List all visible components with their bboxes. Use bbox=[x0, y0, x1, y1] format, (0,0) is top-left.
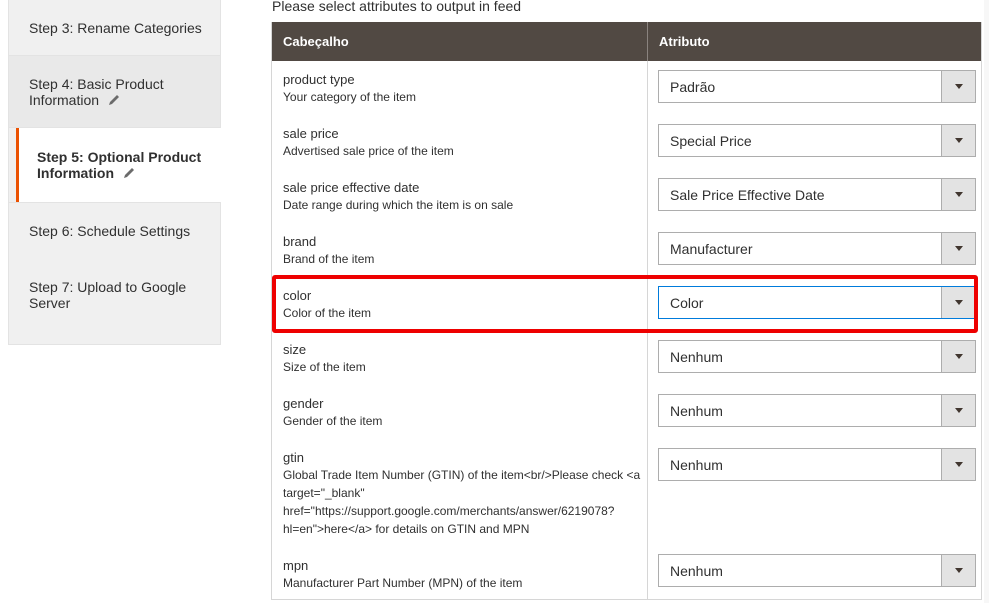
attribute-select[interactable]: Special Price bbox=[658, 124, 976, 157]
select-value: Padrão bbox=[670, 79, 716, 95]
wizard-steps-sidebar: Step 3: Rename Categories Step 4: Basic … bbox=[8, 0, 221, 345]
select-value: Special Price bbox=[670, 133, 752, 149]
chevron-down-icon[interactable] bbox=[941, 233, 975, 264]
step-label: Step 7: Upload to Google Server bbox=[29, 279, 187, 311]
header-divider bbox=[647, 22, 648, 61]
step-3-rename-categories[interactable]: Step 3: Rename Categories bbox=[9, 0, 220, 55]
step-label: Step 5: Optional Product Information bbox=[37, 149, 202, 181]
select-value: Sale Price Effective Date bbox=[670, 187, 825, 203]
step-7-upload-to-google-server[interactable]: Step 7: Upload to Google Server bbox=[9, 258, 220, 332]
attribute-description: Brand of the item bbox=[283, 252, 375, 266]
select-value: Nenhum bbox=[670, 349, 723, 365]
row-label: sale price effective date Date range dur… bbox=[283, 180, 641, 214]
step-5-optional-product-information[interactable]: Step 5: Optional Product Information bbox=[16, 128, 221, 202]
table-header: Cabeçalho Atributo bbox=[272, 22, 981, 61]
chevron-down-icon[interactable] bbox=[941, 449, 975, 480]
attribute-name: sale price bbox=[283, 126, 339, 141]
attribute-select[interactable]: Nenhum bbox=[658, 340, 976, 373]
step-label: Step 4: Basic Product Information bbox=[29, 75, 164, 108]
row-label: gtin Global Trade Item Number (GTIN) of … bbox=[283, 450, 641, 538]
row-label: brand Brand of the item bbox=[283, 234, 641, 268]
chevron-down-icon[interactable] bbox=[941, 341, 975, 372]
row-label: mpn Manufacturer Part Number (MPN) of th… bbox=[283, 558, 641, 592]
attribute-description: Gender of the item bbox=[283, 414, 383, 428]
step-6-schedule-settings[interactable]: Step 6: Schedule Settings bbox=[9, 202, 220, 258]
chevron-down-icon[interactable] bbox=[941, 125, 975, 156]
color-row-highlight bbox=[272, 275, 978, 333]
attribute-description: Global Trade Item Number (GTIN) of the i… bbox=[283, 468, 641, 536]
select-value: Nenhum bbox=[670, 563, 723, 579]
table-row: product type Your category of the item P… bbox=[272, 61, 981, 115]
attribute-description: Your category of the item bbox=[283, 90, 416, 104]
attribute-name: sale price effective date bbox=[283, 180, 420, 195]
header-cabecalho: Cabeçalho bbox=[283, 34, 349, 49]
attribute-description: Date range during which the item is on s… bbox=[283, 198, 514, 212]
chevron-down-icon[interactable] bbox=[941, 179, 975, 210]
select-value: Nenhum bbox=[670, 403, 723, 419]
table-row: mpn Manufacturer Part Number (MPN) of th… bbox=[272, 547, 981, 600]
attribute-name: gtin bbox=[283, 450, 304, 465]
row-label: product type Your category of the item bbox=[283, 72, 641, 106]
step-label: Step 6: Schedule Settings bbox=[29, 222, 191, 239]
page-edge bbox=[984, 0, 989, 603]
step-label: Step 3: Rename Categories bbox=[29, 19, 202, 36]
table-row: sale price Advertised sale price of the … bbox=[272, 115, 981, 169]
attribute-select[interactable]: Nenhum bbox=[658, 554, 976, 587]
table-row: gtin Global Trade Item Number (GTIN) of … bbox=[272, 439, 981, 547]
select-value: Nenhum bbox=[670, 457, 723, 473]
attribute-name: size bbox=[283, 342, 307, 357]
attribute-select[interactable]: Nenhum bbox=[658, 448, 976, 481]
attribute-select[interactable]: Padrão bbox=[658, 70, 976, 103]
table-row: size Size of the item Nenhum bbox=[272, 331, 981, 385]
step-4-basic-product-information[interactable]: Step 4: Basic Product Information bbox=[9, 55, 220, 128]
intro-text: Please select attributes to output in fe… bbox=[272, 0, 522, 14]
attribute-description: Manufacturer Part Number (MPN) of the it… bbox=[283, 576, 523, 590]
chevron-down-icon[interactable] bbox=[941, 395, 975, 426]
attribute-select[interactable]: Nenhum bbox=[658, 394, 976, 427]
attribute-name: mpn bbox=[283, 558, 309, 573]
header-atributo: Atributo bbox=[659, 34, 710, 49]
row-label: size Size of the item bbox=[283, 342, 641, 376]
pencil-icon bbox=[124, 168, 134, 178]
chevron-down-icon[interactable] bbox=[941, 555, 975, 586]
attribute-name: gender bbox=[283, 396, 324, 411]
attribute-description: Advertised sale price of the item bbox=[283, 144, 454, 158]
attribute-name: product type bbox=[283, 72, 355, 87]
chevron-down-icon[interactable] bbox=[941, 71, 975, 102]
attribute-select[interactable]: Sale Price Effective Date bbox=[658, 178, 976, 211]
row-label: sale price Advertised sale price of the … bbox=[283, 126, 641, 160]
attribute-description: Size of the item bbox=[283, 360, 366, 374]
attribute-name: brand bbox=[283, 234, 317, 249]
pencil-icon bbox=[109, 94, 120, 105]
select-value: Manufacturer bbox=[670, 241, 753, 257]
row-label: gender Gender of the item bbox=[283, 396, 641, 430]
table-row: brand Brand of the item Manufacturer bbox=[272, 223, 981, 277]
attribute-select[interactable]: Manufacturer bbox=[658, 232, 976, 265]
table-row: gender Gender of the item Nenhum bbox=[272, 385, 981, 439]
table-row: sale price effective date Date range dur… bbox=[272, 169, 981, 223]
